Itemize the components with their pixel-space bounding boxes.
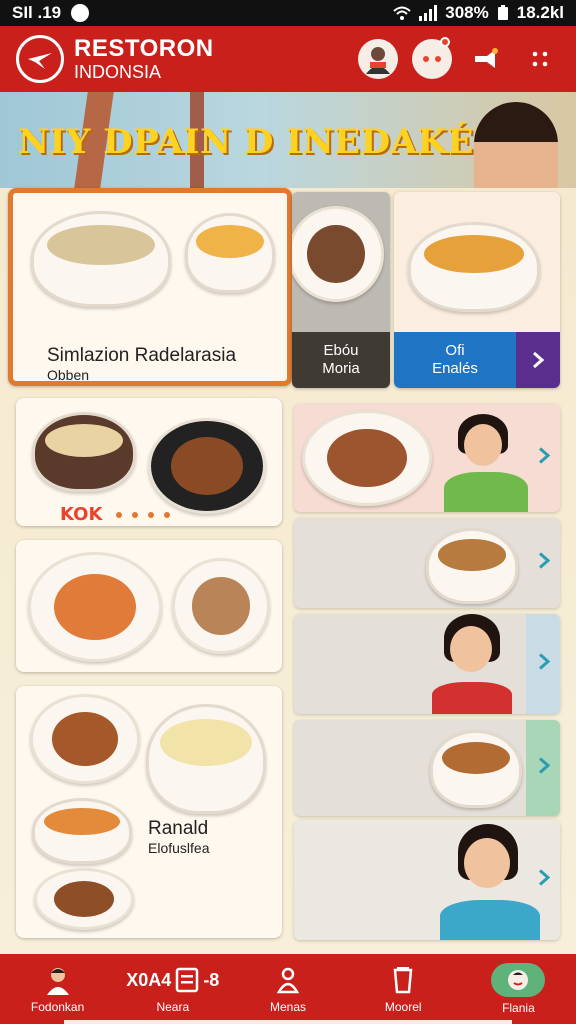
dish-image bbox=[34, 868, 134, 930]
nav-item-neara[interactable]: X0A4 -8 Neara bbox=[115, 954, 230, 1024]
list-item[interactable] bbox=[294, 614, 560, 714]
tile-blue-line1: Ofi bbox=[445, 342, 465, 359]
messenger-icon bbox=[71, 4, 90, 22]
list-item[interactable] bbox=[294, 720, 560, 816]
nav-label: Flania bbox=[502, 1001, 535, 1015]
person-image bbox=[444, 414, 528, 512]
chevron-right-icon[interactable] bbox=[538, 552, 551, 575]
tile-grey-line2: Moria bbox=[322, 360, 360, 377]
carousel-dots bbox=[116, 512, 170, 518]
list-item[interactable] bbox=[294, 518, 560, 608]
status-left-text: SIl .19 bbox=[12, 3, 62, 22]
dish-image bbox=[292, 206, 384, 302]
brand: RESTORON INDONSIA bbox=[74, 35, 214, 82]
nav-item-menas[interactable]: Menas bbox=[230, 954, 345, 1024]
soup-badge: KOK bbox=[60, 504, 103, 525]
chevron-right-icon[interactable] bbox=[516, 332, 560, 388]
more-icon[interactable] bbox=[520, 39, 560, 79]
person-image bbox=[434, 824, 544, 940]
dish-image bbox=[146, 704, 266, 814]
menu-list-icon bbox=[176, 967, 199, 993]
chevron-right-icon[interactable] bbox=[538, 447, 551, 470]
hero-title: NIY DPAIN D INEDAKÉIN bbox=[18, 122, 522, 162]
logo-icon[interactable] bbox=[16, 35, 64, 83]
dish-image bbox=[32, 412, 136, 492]
category-tile-grey[interactable]: Ebóu Moria bbox=[292, 192, 390, 388]
status-bar: SIl .19 308% 18.2kl bbox=[0, 0, 576, 26]
wifi-icon bbox=[393, 6, 411, 20]
nav-item-flania[interactable]: Flania bbox=[461, 954, 576, 1024]
list-item[interactable] bbox=[294, 404, 560, 512]
content-area: Simlazion Radelarasia Obben Ebóu Moria O… bbox=[0, 188, 576, 956]
tile-blue-line2: Enalés bbox=[432, 360, 478, 377]
battery-icon bbox=[497, 5, 508, 20]
chevron-right-icon[interactable] bbox=[538, 653, 551, 676]
dish-image bbox=[430, 730, 522, 808]
nav-extra-text: -8 bbox=[203, 969, 220, 990]
clock: 18.2kl bbox=[516, 3, 564, 22]
dish-image bbox=[30, 694, 140, 784]
dish-card-soup[interactable]: KOK bbox=[16, 398, 282, 526]
dish-image bbox=[32, 798, 132, 864]
app-bar: RESTORON INDONSIA bbox=[0, 26, 576, 92]
dish-image bbox=[31, 211, 171, 307]
dish-image bbox=[172, 558, 270, 654]
platter-subtitle: Elofuslfea bbox=[148, 840, 210, 856]
signal-icon bbox=[419, 5, 438, 21]
hero-banner: NIY DPAIN D INEDAKÉIN bbox=[0, 92, 576, 202]
user-icon bbox=[276, 964, 300, 996]
battery-text: 308% bbox=[445, 3, 489, 22]
dish-image bbox=[185, 213, 275, 293]
featured-subtitle: Obben bbox=[47, 367, 90, 383]
nav-label: Menas bbox=[269, 1000, 307, 1014]
nav-extra-text: X0A4 bbox=[126, 969, 172, 990]
dish-image bbox=[28, 552, 162, 662]
brand-line1: RESTORON bbox=[74, 35, 214, 62]
nav-label: Moorel bbox=[384, 1000, 422, 1014]
dish-image bbox=[426, 528, 518, 604]
nav-label: Fodonkan bbox=[30, 1000, 85, 1014]
bottom-navigation: Fodonkan X0A4 -8 Neara Menas Moorel Flan… bbox=[0, 954, 576, 1024]
brand-line2: INDONSIA bbox=[74, 62, 162, 82]
nav-item-fodonkan[interactable]: Fodonkan bbox=[0, 954, 115, 1024]
category-tile-blue[interactable]: Ofi Enalés bbox=[394, 192, 560, 388]
dish-image bbox=[148, 418, 266, 514]
dish-image bbox=[302, 410, 432, 506]
cup-icon bbox=[392, 964, 414, 996]
person-icon bbox=[43, 964, 73, 996]
nav-item-moorel[interactable]: Moorel bbox=[346, 954, 461, 1024]
dish-image bbox=[408, 222, 540, 312]
nav-label: Neara bbox=[156, 1000, 190, 1014]
platter-title: Ranald bbox=[148, 818, 209, 839]
notification-avatar-icon[interactable] bbox=[412, 37, 452, 79]
dish-card-platter[interactable]: Ranald Elofuslfea bbox=[16, 686, 282, 938]
featured-title: Simlazion Radelarasia bbox=[47, 345, 237, 366]
home-indicator[interactable] bbox=[64, 1020, 512, 1024]
share-icon[interactable] bbox=[466, 39, 506, 79]
hero-person-image bbox=[474, 102, 558, 198]
chevron-right-icon[interactable] bbox=[538, 757, 551, 780]
face-icon bbox=[491, 963, 546, 997]
list-item[interactable] bbox=[294, 820, 560, 940]
person-image bbox=[424, 614, 514, 714]
avatar-icon[interactable] bbox=[358, 39, 398, 79]
dish-card-salad[interactable] bbox=[16, 540, 282, 672]
chevron-right-icon[interactable] bbox=[538, 869, 551, 892]
tile-grey-line1: Ebóu bbox=[323, 342, 359, 359]
featured-dish-card[interactable]: Simlazion Radelarasia Obben bbox=[8, 188, 292, 386]
